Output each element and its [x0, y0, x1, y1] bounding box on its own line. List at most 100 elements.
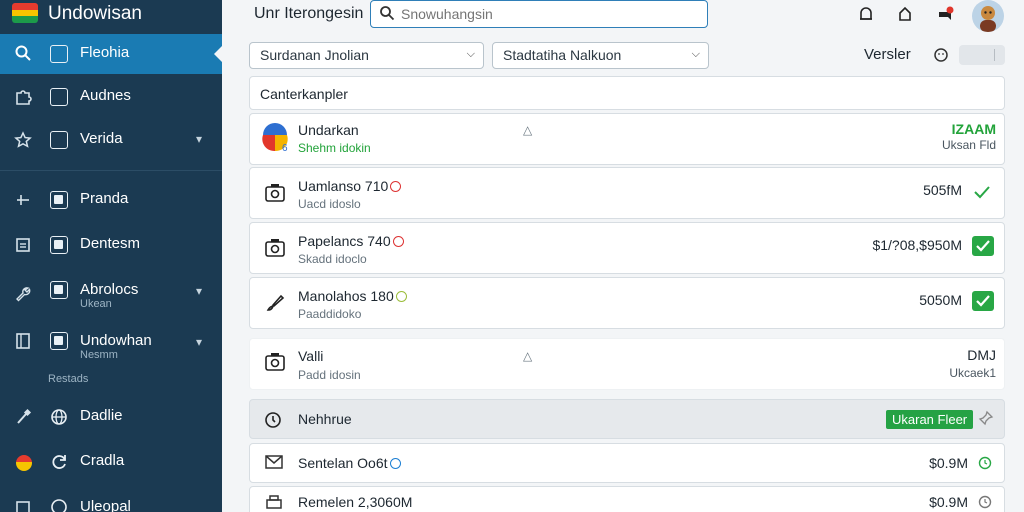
row-title: Manolahos 180 [298, 288, 394, 304]
group-title: Valli [298, 348, 324, 364]
filter-select-1[interactable]: Surdanan Jnolian ⌵ [249, 42, 484, 69]
list-item[interactable]: Papelancs 740 Skadd idoclo $1/?08,$950M [249, 222, 1005, 274]
flag-badge-icon [16, 455, 32, 471]
filter-select-2[interactable]: Stadtatiha Nalkuon ⌵ [492, 42, 709, 69]
sidebar-item-dadlie[interactable]: Dadlie [0, 397, 222, 437]
chevron-down-icon: ⌵ [466, 48, 475, 60]
pin-icon[interactable] [978, 410, 994, 426]
notification-icon[interactable] [896, 5, 914, 23]
group-value: DMJ [967, 347, 996, 363]
sidebar-item-pranda[interactable]: Pranda [0, 180, 222, 220]
settings-icon[interactable] [933, 47, 949, 63]
alert-badge-icon [392, 236, 404, 247]
sidebar-item-uleopal[interactable]: Uleopal [0, 488, 222, 512]
row-title: Uamlanso 710 [298, 178, 389, 194]
chevron-down-icon: ⌵ [691, 48, 700, 60]
svg-text:6: 6 [282, 143, 288, 154]
camera-icon [265, 353, 285, 371]
group-subtitle: Shehm idokin [298, 141, 371, 155]
sidebar-item-sublabel: Nesmm [80, 349, 118, 361]
check-icon [976, 295, 990, 307]
section-action-button[interactable]: Ukaran Fleer [886, 410, 974, 429]
search-input[interactable] [401, 4, 701, 24]
group-note: Ukcaek1 [949, 366, 996, 380]
sidebar-item-label: Dadlie [80, 407, 123, 424]
sidebar-item-sublabel: Ukean [80, 298, 112, 310]
sidebar-item-abrolocs[interactable]: Abrolocs Ukean ▾ [0, 272, 222, 318]
group-note: Uksan Fld [941, 138, 996, 152]
clock-icon [51, 499, 67, 512]
sidebar-divider [0, 170, 222, 171]
sidebar-item-label: Verida [80, 130, 123, 147]
sidebar-item-label: Abrolocs [80, 281, 139, 298]
check-icon[interactable] [972, 182, 992, 202]
group-value: IZAAM [951, 121, 996, 137]
row-title: Sentelan Oo6t [298, 455, 388, 471]
document-icon [50, 45, 68, 63]
sidebar-item-label: Uleopal [80, 498, 131, 512]
versions-label: Versler [864, 46, 911, 63]
puzzle-icon [16, 90, 32, 105]
sidebar-item-undowhan[interactable]: Undowhan Nesmm ▾ [0, 323, 222, 369]
sidebar-item-cradla[interactable]: Cradla [0, 442, 222, 482]
camera-icon [265, 239, 285, 257]
checkbox-checked[interactable] [972, 291, 994, 311]
category-field[interactable]: Canterkanpler [249, 76, 1005, 110]
check-icon [976, 240, 990, 252]
row-value: 505fM [923, 182, 962, 198]
search-icon [15, 45, 31, 61]
star-icon [14, 131, 32, 148]
checkbox-checked[interactable] [972, 236, 994, 256]
list-item[interactable]: Manolahos 180 Paaddidoko 5050M [249, 277, 1005, 329]
archive-icon [16, 501, 30, 512]
chevron-up-icon[interactable]: △ [523, 349, 532, 363]
status-icon [978, 456, 992, 470]
list-item[interactable]: Uamlanso 710 Uacd idoslo 505fM [249, 167, 1005, 219]
sidebar-item-label: Audnes [80, 87, 131, 104]
chevron-up-icon[interactable]: △ [523, 123, 532, 137]
brand[interactable]: Undowisan [0, 0, 222, 30]
sidebar-item-label: Fleohia [80, 44, 130, 61]
chevron-down-icon: ▾ [196, 335, 203, 349]
alert-icon[interactable] [936, 5, 954, 23]
row-value: $0.9M [929, 455, 968, 471]
group-title: Undarkan [298, 122, 359, 138]
page-title: Unr Iterongesin [254, 5, 364, 22]
group-header-valli[interactable]: Valli Padd idosin △ DMJ Ukcaek1 [249, 338, 1005, 390]
row-title: Papelancs 740 [298, 233, 391, 249]
group-header-undarkan[interactable]: 6 Undarkan Shehm idokin △ IZAAM Uksan Fl… [249, 113, 1005, 165]
search-icon [380, 6, 395, 21]
row-subtitle: Uacd idoslo [298, 197, 361, 211]
list-item[interactable]: Sentelan Oo6t $0.9M [249, 443, 1005, 483]
person-card-icon [50, 236, 68, 254]
filter-select-value: Stadtatiha Nalkuon [503, 47, 622, 63]
bell-icon[interactable] [857, 5, 875, 23]
sidebar: Undowisan Fleohia Audnes Verida ▾ Pranda [0, 0, 222, 512]
alert-badge-icon [395, 291, 407, 302]
avatar[interactable] [972, 0, 1004, 32]
crosshair-icon [17, 195, 29, 205]
book-icon [16, 333, 30, 349]
category-field-value: Canterkanpler [260, 86, 348, 102]
avatar-icon [972, 0, 1004, 32]
search-box[interactable] [370, 0, 708, 28]
sidebar-item-fleohia[interactable]: Fleohia [0, 34, 222, 74]
sidebar-item-audnes[interactable]: Audnes [0, 77, 222, 117]
section-header: Nehhrue Ukaran Fleer [249, 399, 1005, 439]
list-item[interactable]: Remelen 2,3060M $0.9M [249, 486, 1005, 512]
row-value: 5050M [919, 292, 962, 308]
row-value: $0.9M [929, 494, 968, 510]
checklist-icon [50, 332, 68, 350]
chrome-logo-icon: 6 [262, 123, 288, 154]
row-subtitle: Skadd idoclo [298, 252, 367, 266]
sidebar-item-dentesm[interactable]: Dentesm [0, 225, 222, 265]
row-subtitle: Paaddidoko [298, 307, 362, 321]
chevron-down-icon: ▾ [196, 284, 203, 298]
sidebar-item-verida[interactable]: Verida ▾ [0, 120, 222, 160]
calendar-icon [16, 238, 30, 252]
view-toggle[interactable] [959, 45, 1005, 65]
filter-select-value: Surdanan Jnolian [260, 47, 369, 63]
chevron-down-icon: ▾ [196, 132, 203, 146]
group-subtitle: Padd idosin [298, 368, 361, 382]
clipboard-icon [50, 131, 68, 149]
